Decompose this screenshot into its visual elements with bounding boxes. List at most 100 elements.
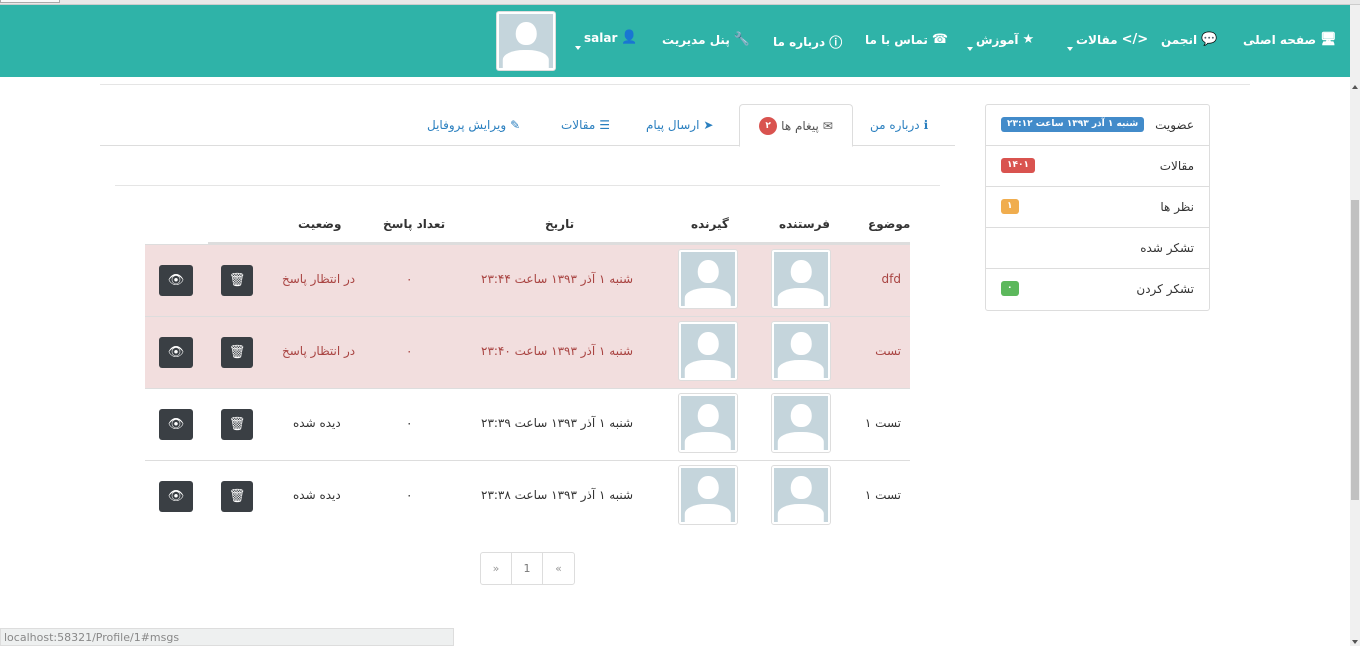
tab-label: مقالات <box>561 118 596 132</box>
stat-row-articles: مقالات ۱۴۰۱ <box>986 146 1209 187</box>
nav-education[interactable]: آموزش ★ <box>976 32 1034 47</box>
header-subject: موضوع <box>868 217 911 231</box>
scrollbar-thumb[interactable] <box>1351 200 1359 500</box>
nav-admin-label: پنل مدیریت <box>662 32 730 47</box>
cell-subject[interactable]: تست ۱ <box>865 488 901 502</box>
sender-avatar[interactable] <box>771 321 831 381</box>
info-circle-icon: ℹ <box>923 118 929 132</box>
cell-replies: ۰ <box>406 344 413 358</box>
stat-label: عضویت <box>1155 118 1194 132</box>
wrench-icon: 🔧 <box>733 32 751 47</box>
thanks-count-badge: ۰ <box>1001 281 1019 296</box>
cell-status: دیده شده <box>293 416 341 430</box>
nav-about[interactable]: درباره ما ⓘ <box>773 32 842 52</box>
cell-subject[interactable]: dfd <box>882 272 901 286</box>
trash-icon: 🗑 <box>228 273 246 288</box>
nav-home-label: صفحه اصلی <box>1243 32 1317 47</box>
list-icon: ☰ <box>599 118 611 132</box>
view-button[interactable]: 👁 <box>159 409 193 440</box>
browser-tab-stub[interactable] <box>0 0 60 3</box>
receiver-avatar[interactable] <box>678 249 738 309</box>
page-scrollbar[interactable] <box>1350 5 1360 646</box>
eye-icon: 👁 <box>167 489 185 504</box>
default-avatar-icon <box>774 468 828 522</box>
code-icon: </> <box>1121 32 1149 47</box>
view-button[interactable]: 👁 <box>159 265 193 296</box>
receiver-avatar[interactable] <box>678 393 738 453</box>
delete-button[interactable]: 🗑 <box>221 409 253 440</box>
delete-button[interactable]: 🗑 <box>221 337 253 368</box>
tab-edit-profile[interactable]: ✎ ویرایش پروفایل <box>421 104 526 146</box>
articles-count-badge: ۱۴۰۱ <box>1001 158 1035 173</box>
pager-page-1[interactable]: 1 <box>512 553 543 584</box>
nav-articles[interactable]: مقالات </> <box>1076 32 1148 47</box>
pager-prev[interactable]: « <box>543 553 574 584</box>
tab-label: پیغام ها <box>781 118 819 133</box>
table-row[interactable]: تست ۱ شنبه ۱ آذر ۱۳۹۳ ساعت ۲۳:۳۸ ۰ دیده … <box>145 460 910 532</box>
profile-stats-panel: عضویت شنبه ۱ آذر ۱۳۹۳ ساعت ۲۳:۱۲ مقالات … <box>985 104 1210 311</box>
nav-home[interactable]: صفحه اصلی 🖥 <box>1243 32 1337 47</box>
avatar[interactable] <box>496 11 556 71</box>
chevron-down-icon <box>967 47 973 51</box>
cell-subject[interactable]: تست <box>875 344 901 358</box>
default-avatar-icon <box>499 14 553 68</box>
user-name: salar <box>584 30 618 45</box>
scroll-up-arrow-icon[interactable] <box>1352 85 1358 89</box>
cell-status: در انتظار پاسخ <box>282 344 356 358</box>
sender-avatar[interactable] <box>771 465 831 525</box>
cell-date: شنبه ۱ آذر ۱۳۹۳ ساعت ۲۳:۴۴ <box>481 272 634 286</box>
divider <box>115 185 940 186</box>
cell-replies: ۰ <box>406 488 413 502</box>
star-icon: ★ <box>1022 32 1035 47</box>
stat-label: تشکر کردن <box>1136 282 1194 296</box>
cell-replies: ۰ <box>406 416 413 430</box>
receiver-avatar[interactable] <box>678 321 738 381</box>
unread-count-badge: ۲ <box>759 116 778 135</box>
nav-contact-label: تماس با ما <box>865 32 928 47</box>
tab-label: ارسال پیام <box>646 118 700 132</box>
stat-row-membership: عضویت شنبه ۱ آذر ۱۳۹۳ ساعت ۲۳:۱۲ <box>986 105 1209 146</box>
view-button[interactable]: 👁 <box>159 481 193 512</box>
pager-next[interactable]: » <box>481 553 512 584</box>
stat-label: تشکر شده <box>1140 241 1194 255</box>
delete-button[interactable]: 🗑 <box>221 265 253 296</box>
receiver-avatar[interactable] <box>678 465 738 525</box>
nav-about-label: درباره ما <box>773 34 826 49</box>
view-button[interactable]: 👁 <box>159 337 193 368</box>
tab-label: ویرایش پروفایل <box>427 118 507 132</box>
nav-forum[interactable]: انجمن 💬 <box>1161 32 1217 47</box>
scroll-down-arrow-icon[interactable] <box>1352 640 1358 644</box>
header-receiver: گیرنده <box>691 217 729 231</box>
table-row[interactable]: تست شنبه ۱ آذر ۱۳۹۳ ساعت ۲۳:۴۰ ۰ در انتظ… <box>145 316 910 388</box>
table-row[interactable]: تست ۱ شنبه ۱ آذر ۱۳۹۳ ساعت ۲۳:۳۹ ۰ دیده … <box>145 388 910 460</box>
default-avatar-icon <box>681 468 735 522</box>
cell-subject[interactable]: تست ۱ <box>865 416 901 430</box>
sender-avatar[interactable] <box>771 249 831 309</box>
sender-avatar[interactable] <box>771 393 831 453</box>
nav-contact[interactable]: تماس با ما ☎ <box>865 32 948 47</box>
stat-label: مقالات <box>1159 159 1194 173</box>
nav-articles-label: مقالات <box>1076 32 1118 47</box>
cell-date: شنبه ۱ آذر ۱۳۹۳ ساعت ۲۳:۳۸ <box>481 488 634 502</box>
divider <box>100 84 1250 85</box>
tab-messages[interactable]: ✉ پیغام ها ۲ <box>739 104 853 147</box>
cell-status: در انتظار پاسخ <box>282 272 356 286</box>
tab-send-message[interactable]: ➤ ارسال پیام <box>640 104 719 146</box>
cell-date: شنبه ۱ آذر ۱۳۹۳ ساعت ۲۳:۳۹ <box>481 416 634 430</box>
profile-tabs: ℹ درباره من ✉ پیغام ها ۲ ➤ ارسال پیام ☰ … <box>100 104 955 147</box>
phone-icon: ☎ <box>931 32 949 47</box>
stat-label: نظر ها <box>1160 200 1194 214</box>
nav-user-menu[interactable]: salar 👤 <box>584 30 638 45</box>
nav-education-label: آموزش <box>976 32 1019 47</box>
tab-articles[interactable]: ☰ مقالات <box>555 104 616 146</box>
tab-label: درباره من <box>870 118 920 132</box>
tab-about-me[interactable]: ℹ درباره من <box>864 104 934 146</box>
stat-row-thanks-given: تشکر کردن ۰ <box>986 269 1209 310</box>
eye-icon: 👁 <box>167 345 185 360</box>
delete-button[interactable]: 🗑 <box>221 481 253 512</box>
default-avatar-icon <box>681 252 735 306</box>
cell-status: دیده شده <box>293 488 341 502</box>
nav-admin-panel[interactable]: پنل مدیریت 🔧 <box>662 32 750 47</box>
table-row[interactable]: dfd شنبه ۱ آذر ۱۳۹۳ ساعت ۲۳:۴۴ ۰ در انتظ… <box>145 244 910 316</box>
navbar: صفحه اصلی 🖥 انجمن 💬 مقالات </> آموزش ★ ت… <box>0 5 1350 77</box>
